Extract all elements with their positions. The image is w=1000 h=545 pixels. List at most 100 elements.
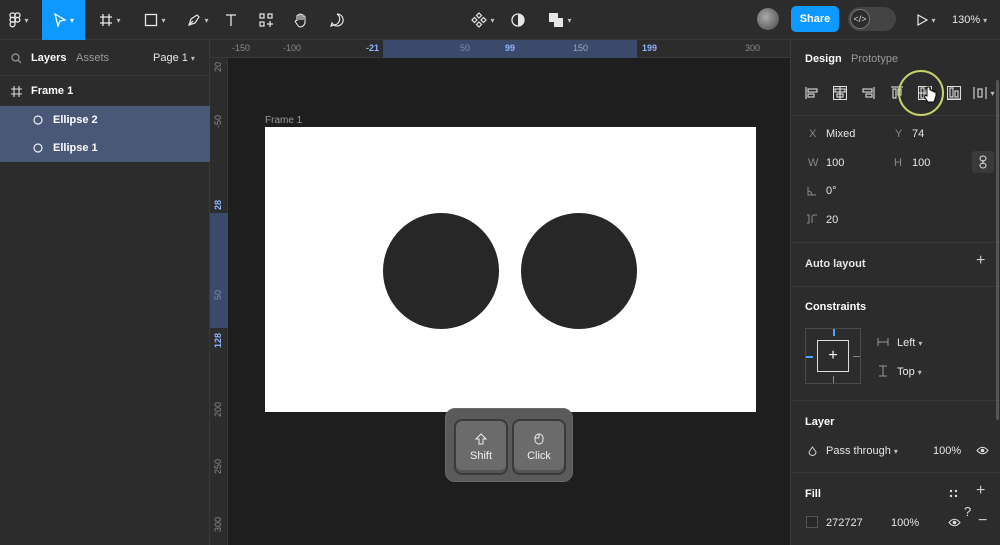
frame-label[interactable]: Frame 1 xyxy=(265,115,302,126)
align-bottom-icon[interactable] xyxy=(945,84,963,102)
layer-row-ellipse-2[interactable]: Ellipse 2 xyxy=(0,106,210,134)
ellipse-1[interactable] xyxy=(383,213,499,329)
vertical-constraint-dropdown[interactable]: Top ▾ xyxy=(897,366,922,378)
frame-tool-button[interactable]: ▾ xyxy=(92,0,128,40)
fill-section-label: Fill xyxy=(805,488,821,500)
ruler-tick: 300 xyxy=(745,43,761,53)
ruler-tick: 150 xyxy=(573,43,589,53)
zoom-dropdown[interactable]: 130% ▾ xyxy=(952,0,987,40)
mask-button[interactable] xyxy=(507,0,529,40)
page-selector[interactable]: Page 1 ▾ xyxy=(153,52,195,64)
constrain-proportions-button[interactable] xyxy=(972,151,994,173)
ruler-tick: 28 xyxy=(213,199,223,210)
constraints-label: Constraints xyxy=(805,301,867,313)
properties-panel: Design Prototype ▾ X Mixed Y 74 W 100 H … xyxy=(790,40,1000,545)
x-field[interactable]: Mixed xyxy=(826,128,855,140)
ruler-tick: 199 xyxy=(642,43,658,53)
layer-section-label: Layer xyxy=(805,416,835,428)
boolean-ops-button[interactable]: ▾ xyxy=(543,0,577,40)
comment-bubble-icon xyxy=(330,13,344,27)
style-grid-icon[interactable] xyxy=(949,489,958,498)
auto-layout-label: Auto layout xyxy=(805,258,866,270)
share-button[interactable]: Share xyxy=(791,6,839,32)
blend-mode-dropdown[interactable]: Pass through ▾ xyxy=(826,445,898,457)
move-tool-button[interactable]: ▾ xyxy=(42,0,85,40)
rotation-icon xyxy=(807,187,816,196)
text-t-icon xyxy=(226,14,236,26)
tab-design[interactable]: Design xyxy=(805,53,842,65)
comment-tool-button[interactable] xyxy=(326,0,348,40)
layer-name: Ellipse 1 xyxy=(53,142,98,154)
width-field[interactable]: 100 xyxy=(826,157,844,169)
align-horizontal-center-icon[interactable] xyxy=(831,84,849,102)
add-auto-layout-icon[interactable]: + xyxy=(976,252,985,270)
divider xyxy=(791,400,1000,401)
ellipse-icon xyxy=(33,115,43,125)
layer-name: Frame 1 xyxy=(31,85,74,97)
fill-eye-icon[interactable] xyxy=(948,518,961,527)
divider xyxy=(791,286,1000,287)
properties-scrollbar[interactable] xyxy=(996,80,999,420)
blend-drop-icon xyxy=(808,446,817,456)
click-key: Click xyxy=(512,419,566,475)
divider xyxy=(791,472,1000,473)
add-fill-icon[interactable]: + xyxy=(976,482,985,500)
help-button[interactable]: ? xyxy=(964,504,971,519)
ruler-tick: -100 xyxy=(283,43,302,53)
remove-fill-icon[interactable]: − xyxy=(978,512,987,530)
layer-name: Ellipse 2 xyxy=(53,114,98,126)
ellipse-2[interactable] xyxy=(521,213,637,329)
shape-tool-button[interactable]: ▾ xyxy=(137,0,173,40)
y-label: Y xyxy=(895,128,903,140)
search-icon[interactable] xyxy=(11,53,22,64)
rotation-field[interactable]: 0° xyxy=(826,185,837,197)
text-tool-button[interactable] xyxy=(220,0,242,40)
w-label: W xyxy=(808,157,819,169)
constraints-widget[interactable]: + xyxy=(805,328,861,384)
align-left-icon[interactable] xyxy=(803,84,821,102)
layer-row-ellipse-1[interactable]: Ellipse 1 xyxy=(0,134,210,162)
height-field[interactable]: 100 xyxy=(912,157,930,169)
h-label: H xyxy=(894,157,902,169)
ruler-tick: -21 xyxy=(366,43,380,53)
corner-radius-field[interactable]: 20 xyxy=(826,214,838,226)
ellipse-icon xyxy=(33,143,43,153)
horizontal-constraint-dropdown[interactable]: Left ▾ xyxy=(897,337,922,349)
component-options-button[interactable]: ▾ xyxy=(466,0,500,40)
shift-key: Shift xyxy=(454,419,508,475)
user-avatar[interactable] xyxy=(757,8,779,30)
main-menu-button[interactable]: ▾ xyxy=(4,0,34,40)
tab-layers[interactable]: Layers xyxy=(31,52,66,64)
pen-icon xyxy=(188,14,201,26)
y-field[interactable]: 74 xyxy=(912,128,924,140)
pen-tool-button[interactable]: ▾ xyxy=(180,0,216,40)
frame-hash-icon xyxy=(100,14,113,26)
ruler-tick: 128 xyxy=(213,332,223,348)
present-button[interactable]: ▾ xyxy=(912,0,940,40)
distribute-menu-icon[interactable]: ▾ xyxy=(971,84,997,102)
x-label: X xyxy=(809,128,817,140)
eye-icon[interactable] xyxy=(976,446,989,455)
dev-mode-toggle[interactable]: </> xyxy=(848,7,896,31)
hand-icon xyxy=(294,13,306,28)
corner-radius-icon xyxy=(807,214,817,224)
ruler-tick: 20 xyxy=(213,61,223,72)
fill-opacity-field[interactable]: 100% xyxy=(891,517,919,529)
mask-circle-icon xyxy=(511,13,525,27)
align-right-icon[interactable] xyxy=(859,84,877,102)
mouse-pointer-icon xyxy=(924,86,937,103)
hand-tool-button[interactable] xyxy=(290,0,312,40)
frame-1[interactable] xyxy=(265,127,756,412)
play-icon xyxy=(917,14,929,26)
fill-color-swatch[interactable] xyxy=(806,516,818,528)
fill-hex-field[interactable]: 272727 xyxy=(826,517,863,529)
ruler-tick: -50 xyxy=(213,114,223,128)
layer-row-frame[interactable]: Frame 1 xyxy=(0,77,210,105)
layer-opacity-field[interactable]: 100% xyxy=(933,445,961,457)
tab-prototype[interactable]: Prototype xyxy=(851,53,898,65)
ruler-tick: 250 xyxy=(213,458,223,474)
tab-assets[interactable]: Assets xyxy=(76,52,109,64)
resources-button[interactable] xyxy=(255,0,277,40)
components-grid-icon xyxy=(259,13,273,27)
alignment-toolbar: ▾ xyxy=(791,76,1000,116)
